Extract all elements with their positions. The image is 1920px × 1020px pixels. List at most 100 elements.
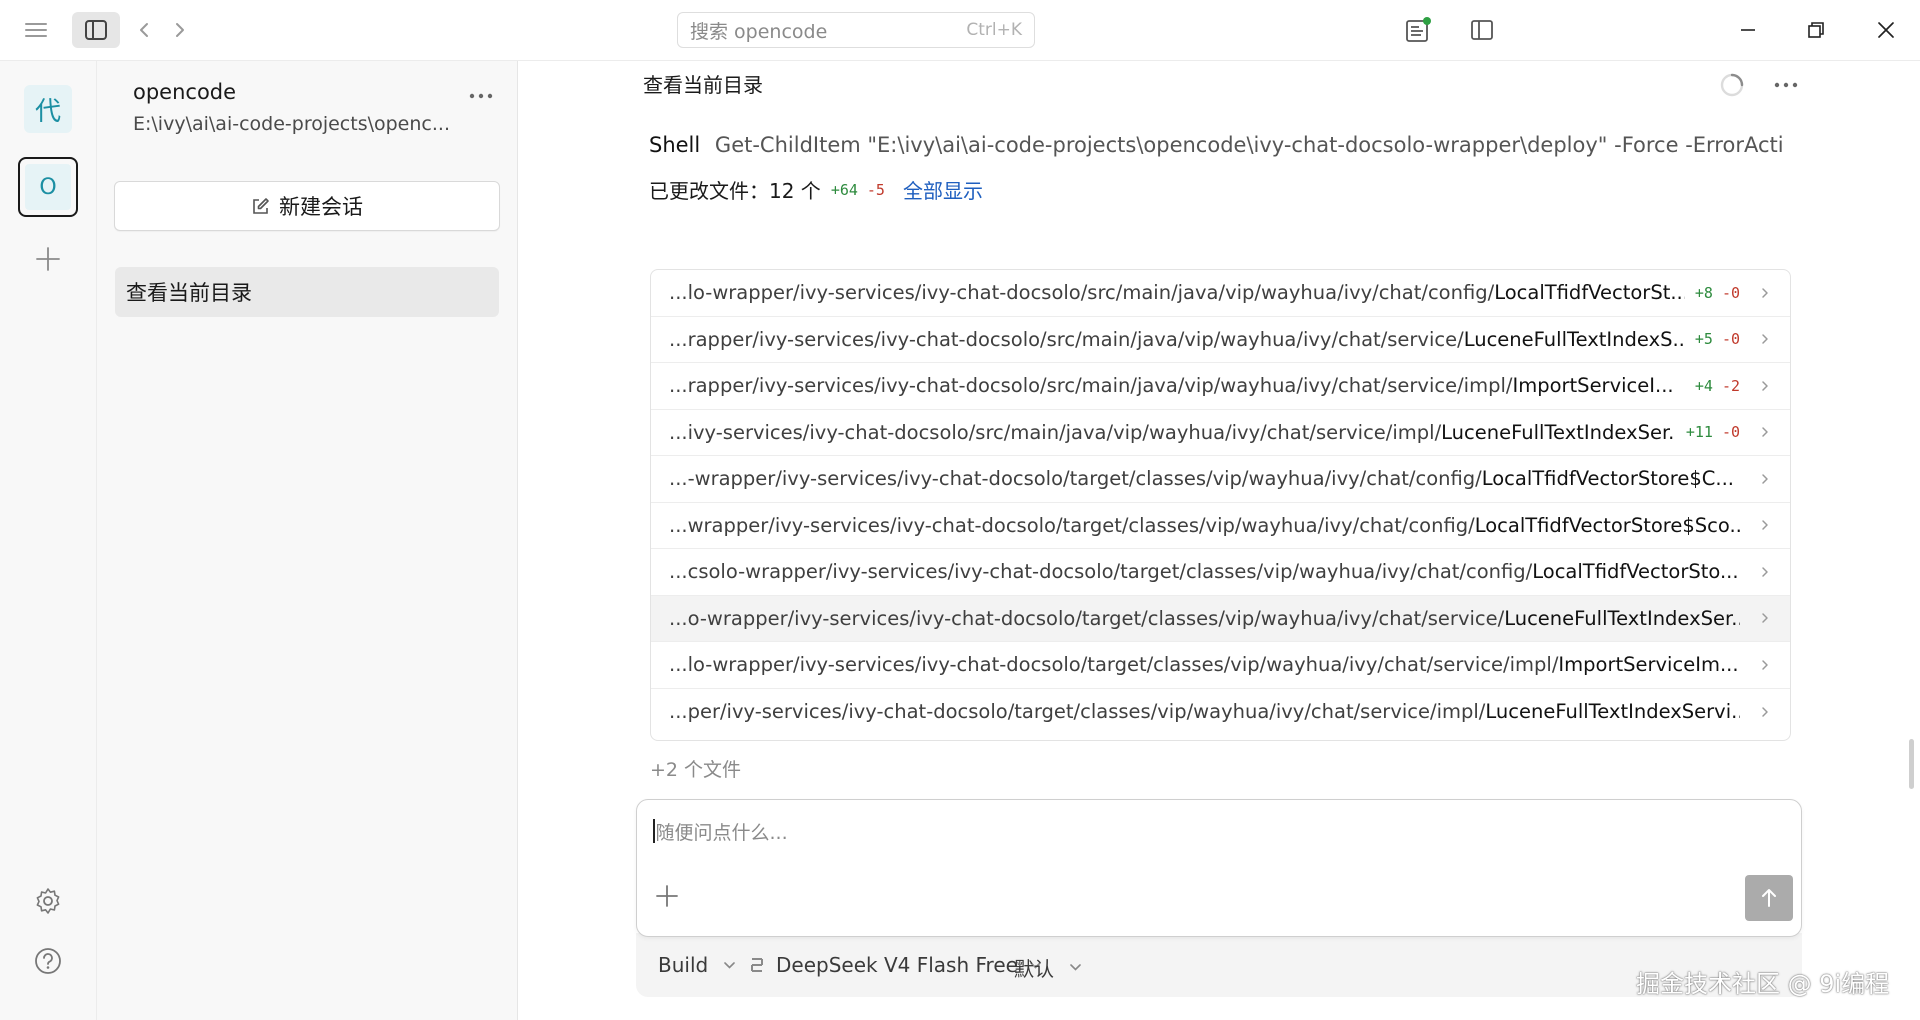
forward-icon[interactable] bbox=[168, 12, 192, 48]
file-name: LocalTfidfVectorSt... bbox=[1494, 281, 1685, 305]
back-icon[interactable] bbox=[132, 12, 156, 48]
composer-toolbar: Build DeepSeek V4 Flash Free 默认 bbox=[636, 933, 1802, 997]
close-icon[interactable] bbox=[1862, 12, 1910, 48]
file-dir: ...o-wrapper/ivy-services/ivy-chat-docso… bbox=[669, 606, 1505, 630]
file-path: ...wrapper/ivy-services/ivy-chat-docsolo… bbox=[669, 514, 1740, 537]
file-path: ...per/ivy-services/ivy-chat-docsolo/tar… bbox=[669, 700, 1740, 723]
file-name: LuceneFullTextIndexServi... bbox=[1485, 700, 1740, 724]
restore-icon[interactable] bbox=[1792, 12, 1840, 48]
file-name: LocalTfidfVectorStore$C... bbox=[1481, 467, 1735, 491]
file-row[interactable]: ...o-wrapper/ivy-services/ivy-chat-docso… bbox=[651, 595, 1790, 642]
file-name: LocalTfidfVectorStore$Sco... bbox=[1474, 513, 1740, 537]
session-sidebar: opencode E:\ivy\ai\ai-code-projects\open… bbox=[97, 61, 518, 1020]
file-row[interactable]: ...-wrapper/ivy-services/ivy-chat-docsol… bbox=[651, 456, 1790, 503]
agent-mode-label: Build bbox=[658, 953, 709, 977]
minimize-icon[interactable] bbox=[1724, 12, 1772, 48]
file-row[interactable]: ...lo-wrapper/ivy-services/ivy-chat-docs… bbox=[651, 642, 1790, 689]
file-lines-added: +8 bbox=[1694, 283, 1713, 302]
file-dir: ...per/ivy-services/ivy-chat-docsolo/tar… bbox=[669, 700, 1486, 724]
show-all-link[interactable]: 全部显示 bbox=[903, 175, 983, 204]
chevron-right-icon bbox=[1758, 566, 1772, 578]
add-project-icon[interactable] bbox=[28, 239, 68, 279]
file-dir: ...lo-wrapper/ivy-services/ivy-chat-docs… bbox=[669, 281, 1495, 305]
file-row[interactable]: ...ivy-services/ivy-chat-docsolo/src/mai… bbox=[651, 410, 1790, 456]
file-lines-removed: -2 bbox=[1721, 376, 1740, 395]
settings-icon[interactable] bbox=[28, 881, 68, 921]
attach-icon[interactable] bbox=[653, 882, 681, 910]
project-rail: 代 O bbox=[0, 61, 97, 1020]
menu-icon[interactable] bbox=[14, 12, 58, 48]
chevron-right-icon bbox=[1758, 612, 1772, 624]
file-dir: ...rapper/ivy-services/ivy-chat-docsolo/… bbox=[669, 327, 1464, 351]
model-label: DeepSeek V4 Flash Free bbox=[776, 953, 1018, 977]
model-provider-icon bbox=[750, 957, 764, 973]
changed-files-count: 12 个 bbox=[769, 179, 821, 203]
scrollbar-thumb[interactable] bbox=[1909, 739, 1914, 789]
file-name: LuceneFullTextIndexSer... bbox=[1441, 420, 1676, 444]
session-item[interactable]: 查看当前目录 bbox=[115, 267, 499, 317]
chevron-right-icon bbox=[1758, 333, 1772, 345]
file-row[interactable]: ...rapper/ivy-services/ivy-chat-docsolo/… bbox=[651, 317, 1790, 363]
main-panel: 查看当前目录 Shell Get-ChildItem "E:\ivy\ai\ai… bbox=[518, 61, 1920, 1020]
file-dir: ...csolo-wrapper/ivy-services/ivy-chat-d… bbox=[669, 560, 1533, 584]
help-icon[interactable] bbox=[28, 941, 68, 981]
search-input[interactable]: 搜索 opencode Ctrl+K bbox=[677, 12, 1035, 48]
variant-select[interactable]: 默认 bbox=[1014, 953, 1081, 982]
file-lines-added: +5 bbox=[1694, 330, 1713, 349]
file-path: ...-wrapper/ivy-services/ivy-chat-docsol… bbox=[669, 467, 1740, 490]
changed-files-list: ...lo-wrapper/ivy-services/ivy-chat-docs… bbox=[650, 269, 1791, 741]
lines-added: +64 bbox=[830, 180, 858, 199]
file-lines-removed: -0 bbox=[1721, 283, 1740, 302]
notification-dot bbox=[1423, 17, 1431, 25]
file-row[interactable]: ...per/ivy-services/ivy-chat-docsolo/tar… bbox=[651, 689, 1790, 736]
model-select[interactable]: DeepSeek V4 Flash Free bbox=[750, 953, 1041, 977]
new-session-label: 新建会话 bbox=[279, 195, 363, 219]
file-row[interactable]: ...rapper/ivy-services/ivy-chat-docsolo/… bbox=[651, 363, 1790, 410]
agent-mode-select[interactable]: Build bbox=[658, 953, 736, 977]
chevron-right-icon bbox=[1758, 659, 1772, 671]
file-row[interactable]: ...csolo-wrapper/ivy-services/ivy-chat-d… bbox=[651, 549, 1790, 596]
lines-removed: -5 bbox=[866, 180, 885, 199]
page-title: 查看当前目录 bbox=[643, 73, 763, 97]
session-title: 查看当前目录 bbox=[126, 281, 252, 305]
file-dir: ...ivy-services/ivy-chat-docsolo/src/mai… bbox=[669, 420, 1442, 444]
toggle-sidebar-icon[interactable] bbox=[72, 12, 120, 48]
file-path: ...lo-wrapper/ivy-services/ivy-chat-docs… bbox=[669, 653, 1740, 676]
file-dir: ...wrapper/ivy-services/ivy-chat-docsolo… bbox=[669, 513, 1475, 537]
more-files-label[interactable]: +2 个文件 bbox=[650, 755, 741, 782]
changed-files-label: 已更改文件： bbox=[649, 179, 769, 203]
review-panel-icon[interactable] bbox=[1398, 12, 1438, 48]
file-name: LocalTfidfVectorSto... bbox=[1532, 560, 1739, 584]
file-lines-added: +4 bbox=[1694, 376, 1713, 395]
chevron-down-icon bbox=[1070, 964, 1081, 971]
search-placeholder: 搜索 opencode bbox=[690, 20, 828, 43]
session-more-icon[interactable] bbox=[1768, 67, 1804, 103]
file-lines-removed: -0 bbox=[1721, 330, 1740, 349]
shell-tool-call[interactable]: Shell Get-ChildItem "E:\ivy\ai\ai-code-p… bbox=[649, 133, 1809, 157]
file-path: ...rapper/ivy-services/ivy-chat-docsolo/… bbox=[669, 328, 1685, 351]
search-shortcut: Ctrl+K bbox=[966, 20, 1022, 40]
prompt-input[interactable]: 随便问点什么... bbox=[653, 818, 788, 844]
project-name: opencode bbox=[133, 80, 237, 104]
file-name: ImportServiceI... bbox=[1512, 374, 1674, 398]
shell-label: Shell bbox=[649, 133, 701, 157]
send-button[interactable] bbox=[1745, 875, 1793, 921]
variant-label: 默认 bbox=[1014, 957, 1054, 981]
changed-files-summary: 已更改文件： 12 个 +64 -5 全部显示 bbox=[649, 175, 983, 204]
chevron-right-icon bbox=[1758, 287, 1772, 299]
new-session-button[interactable]: 新建会话 bbox=[114, 181, 500, 231]
title-bar: 搜索 opencode Ctrl+K bbox=[0, 0, 1920, 61]
project-tile-opencode[interactable]: O bbox=[18, 157, 78, 217]
file-lines-removed: -0 bbox=[1721, 423, 1740, 442]
project-tile-code[interactable]: 代 bbox=[24, 85, 72, 133]
file-row[interactable]: ...wrapper/ivy-services/ivy-chat-docsolo… bbox=[651, 503, 1790, 549]
chevron-right-icon bbox=[1758, 473, 1772, 485]
right-panel-icon[interactable] bbox=[1462, 12, 1502, 48]
file-dir: ...-wrapper/ivy-services/ivy-chat-docsol… bbox=[669, 467, 1482, 491]
file-path: ...o-wrapper/ivy-services/ivy-chat-docso… bbox=[669, 607, 1740, 630]
prompt-placeholder: 随便问点什么... bbox=[655, 821, 788, 844]
file-name: ImportServiceIm... bbox=[1558, 653, 1739, 677]
file-row[interactable]: ...lo-wrapper/ivy-services/ivy-chat-docs… bbox=[651, 270, 1790, 317]
composer: 随便问点什么... bbox=[636, 799, 1802, 937]
project-more-icon[interactable] bbox=[463, 81, 499, 111]
